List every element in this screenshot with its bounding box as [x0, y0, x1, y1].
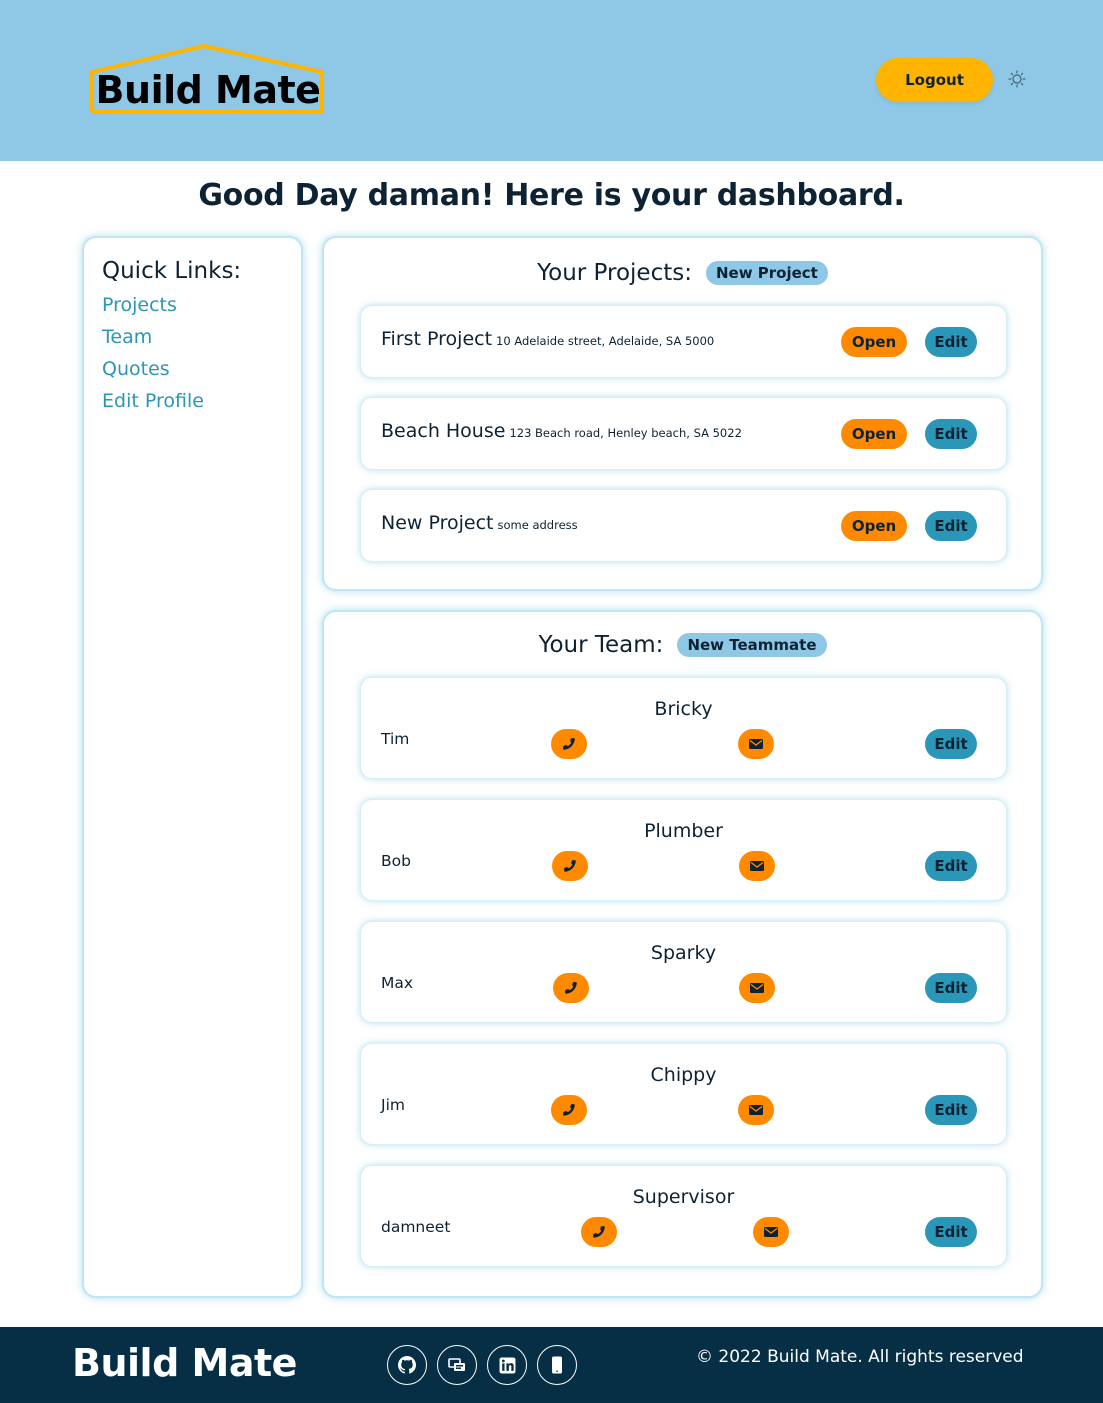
page-title: Good Day daman! Here is your dashboard. — [198, 178, 905, 213]
site-header: Build Mate Logout — [0, 0, 1103, 161]
member-role: Plumber — [644, 820, 723, 842]
team-member-card: Supervisor damneet Edit — [360, 1165, 1007, 1267]
phone-icon — [564, 860, 576, 872]
portfolio-icon — [448, 1358, 465, 1371]
edit-project-button[interactable]: Edit — [925, 511, 977, 541]
linkedin-icon — [499, 1357, 515, 1373]
team-title: Your Team: — [538, 632, 664, 658]
copyright-text: © 2022 Build Mate. All rights reserved — [696, 1347, 1024, 1367]
project-card[interactable]: First Project 10 Adelaide street, Adelaid… — [360, 305, 1007, 378]
envelope-icon — [750, 983, 764, 993]
project-address: 123 Beach road, Henley beach, SA 5022 — [509, 426, 742, 440]
email-button[interactable] — [753, 1217, 789, 1247]
email-button[interactable] — [739, 851, 775, 881]
projects-title: Your Projects: — [537, 260, 692, 286]
member-name: Max — [381, 974, 414, 992]
phone-icon — [565, 982, 577, 994]
linkedin-link[interactable] — [487, 1345, 527, 1385]
phone-icon — [593, 1226, 605, 1238]
team-member-card: Plumber Bob Edit — [360, 799, 1007, 901]
email-button[interactable] — [739, 973, 775, 1003]
edit-project-button[interactable]: Edit — [925, 327, 977, 357]
call-button[interactable] — [551, 729, 587, 759]
new-project-button[interactable]: New Project — [705, 261, 828, 285]
build-mate-logo[interactable]: Build Mate — [90, 44, 326, 114]
envelope-icon — [750, 861, 764, 871]
team-member-card: Sparky Max Edit — [360, 921, 1007, 1023]
team-member-card: Chippy Jim Edit — [360, 1043, 1007, 1145]
quick-link-projects[interactable]: Projects — [102, 294, 177, 316]
phone-icon — [563, 738, 575, 750]
team-member-card: Bricky Tim Edit — [360, 677, 1007, 779]
project-address: 10 Adelaide street, Adelaide, SA 5000 — [496, 334, 715, 348]
edit-member-button[interactable]: Edit — [925, 729, 977, 759]
logo-text: Build Mate — [95, 68, 321, 112]
phone-link[interactable] — [537, 1345, 577, 1385]
portfolio-link[interactable] — [437, 1345, 477, 1385]
quick-links-title: Quick Links: — [102, 258, 242, 284]
edit-member-button[interactable]: Edit — [925, 1095, 977, 1125]
member-role: Chippy — [650, 1064, 717, 1086]
footer-brand: Build Mate — [72, 1341, 297, 1385]
open-project-button[interactable]: Open — [841, 511, 907, 541]
github-icon — [398, 1356, 416, 1374]
new-teammate-button[interactable]: New Teammate — [677, 633, 827, 657]
email-button[interactable] — [738, 729, 774, 759]
member-name: Bob — [381, 852, 411, 870]
projects-panel: Your Projects: New Project First Project… — [322, 236, 1043, 591]
call-button[interactable] — [551, 1095, 587, 1125]
project-address: some address — [497, 518, 578, 532]
envelope-icon — [749, 1105, 763, 1115]
projects-header: Your Projects: New Project — [324, 260, 1041, 286]
call-button[interactable] — [552, 851, 588, 881]
project-name: Beach House — [381, 420, 506, 442]
project-name: First Project — [381, 328, 493, 350]
edit-project-button[interactable]: Edit — [925, 419, 977, 449]
envelope-icon — [749, 739, 763, 749]
project-card[interactable]: New Project some address Open Edit — [360, 489, 1007, 562]
quick-link-edit-profile[interactable]: Edit Profile — [102, 390, 204, 412]
member-name: damneet — [381, 1218, 451, 1236]
email-button[interactable] — [738, 1095, 774, 1125]
member-role: Sparky — [650, 942, 717, 964]
logout-button[interactable]: Logout — [876, 58, 993, 102]
call-button[interactable] — [581, 1217, 617, 1247]
project-card[interactable]: Beach House 123 Beach road, Henley beach,… — [360, 397, 1007, 470]
team-header: Your Team: New Teammate — [324, 632, 1041, 658]
phone-icon — [563, 1104, 575, 1116]
open-project-button[interactable]: Open — [841, 327, 907, 357]
project-name: New Project — [381, 512, 494, 534]
edit-member-button[interactable]: Edit — [925, 1217, 977, 1247]
member-role: Supervisor — [632, 1186, 735, 1208]
edit-member-button[interactable]: Edit — [925, 851, 977, 881]
open-project-button[interactable]: Open — [841, 419, 907, 449]
member-name: Jim — [381, 1096, 405, 1114]
mobile-phone-icon — [552, 1356, 562, 1374]
edit-member-button[interactable]: Edit — [925, 973, 977, 1003]
team-panel: Your Team: New Teammate Bricky Tim Edit … — [322, 610, 1043, 1298]
quick-links-panel: Quick Links: Projects Team Quotes Edit P… — [82, 236, 303, 1298]
member-name: Tim — [381, 730, 410, 748]
site-footer: Build Mate © 2022 Build Mate. All rights… — [0, 1327, 1103, 1403]
call-button[interactable] — [553, 973, 589, 1003]
sun-icon[interactable] — [1008, 70, 1026, 88]
envelope-icon — [764, 1227, 778, 1237]
member-role: Bricky — [654, 698, 713, 720]
github-link[interactable] — [387, 1345, 427, 1385]
quick-link-team[interactable]: Team — [102, 326, 152, 348]
quick-link-quotes[interactable]: Quotes — [102, 358, 170, 380]
